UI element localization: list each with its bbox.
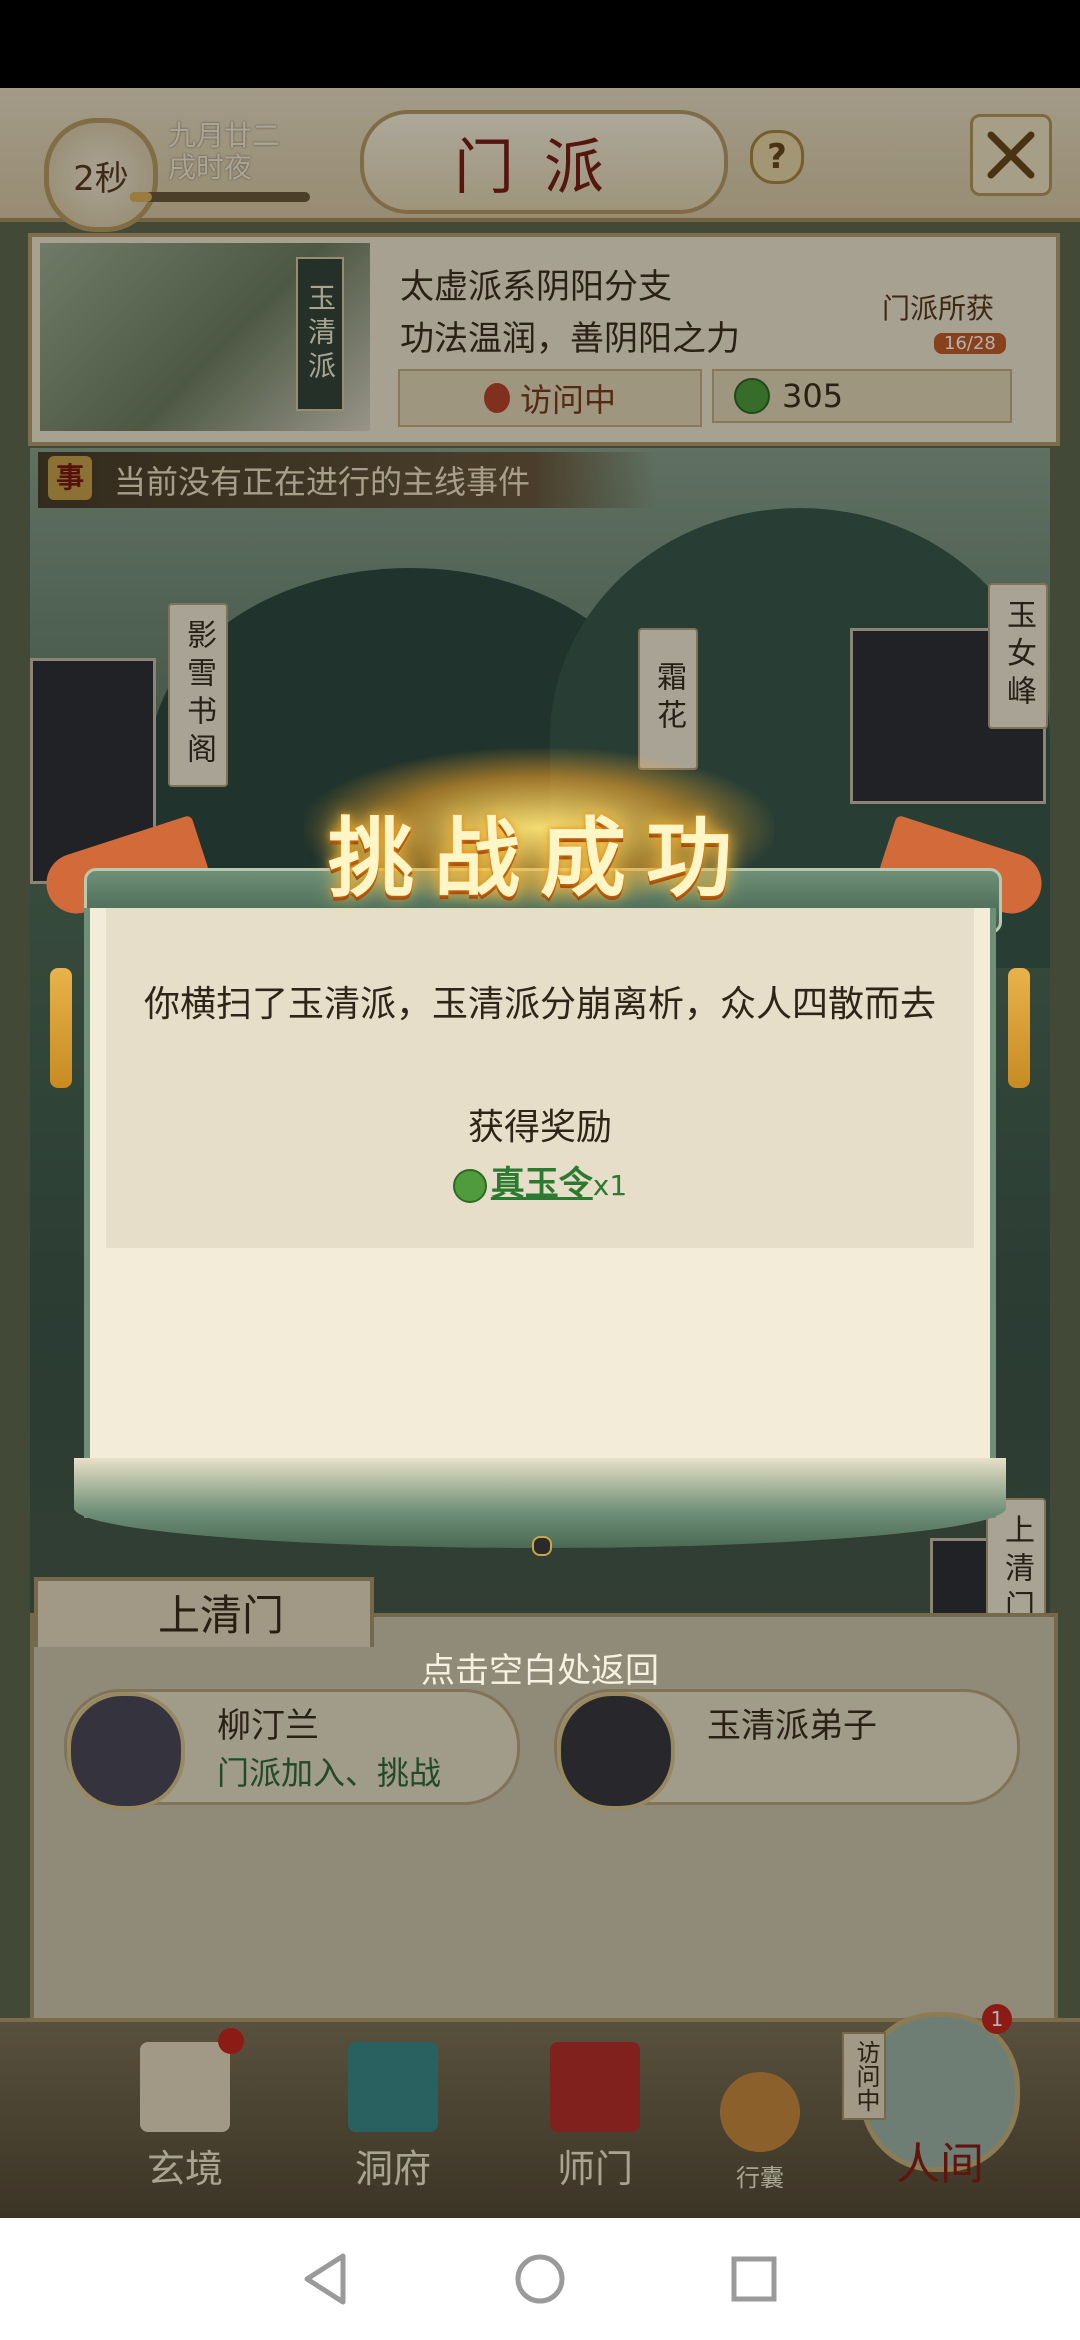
status-bar	[0, 0, 1080, 88]
back-icon[interactable]	[301, 2252, 351, 2306]
system-nav-bar	[0, 2218, 1080, 2340]
scroll-bottom-roll	[74, 1458, 1006, 1548]
recents-icon[interactable]	[729, 2254, 779, 2304]
game-screen: 2秒 九月廿二 戌时夜 门派 ? 玉清派 太虚派系阴阳分支 功法温润，善阴阳之力…	[0, 88, 1080, 2218]
reward-heading: 获得奖励	[467, 1107, 612, 1148]
reward-item-row: 真玉令x1	[54, 1156, 1026, 1205]
tap-to-return-hint: 点击空白处返回	[421, 1651, 659, 1691]
tassel-right	[1008, 968, 1030, 1088]
reward-quantity: x1	[592, 1169, 628, 1202]
tassel-left	[50, 968, 72, 1088]
scroll-pin	[532, 1536, 552, 1556]
home-icon[interactable]	[513, 2252, 567, 2306]
jade-token-icon	[452, 1168, 487, 1203]
result-message: 你横扫了玉清派，玉清派分崩离析，众人四散而去	[143, 984, 936, 1025]
modal-title: 挑战成功	[328, 808, 752, 909]
reward-modal: 挑战成功 你横扫了玉清派，玉清派分崩离析，众人四散而去 获得奖励 真玉令x1	[38, 748, 1050, 1638]
reward-item-link[interactable]: 真玉令	[491, 1164, 593, 1204]
